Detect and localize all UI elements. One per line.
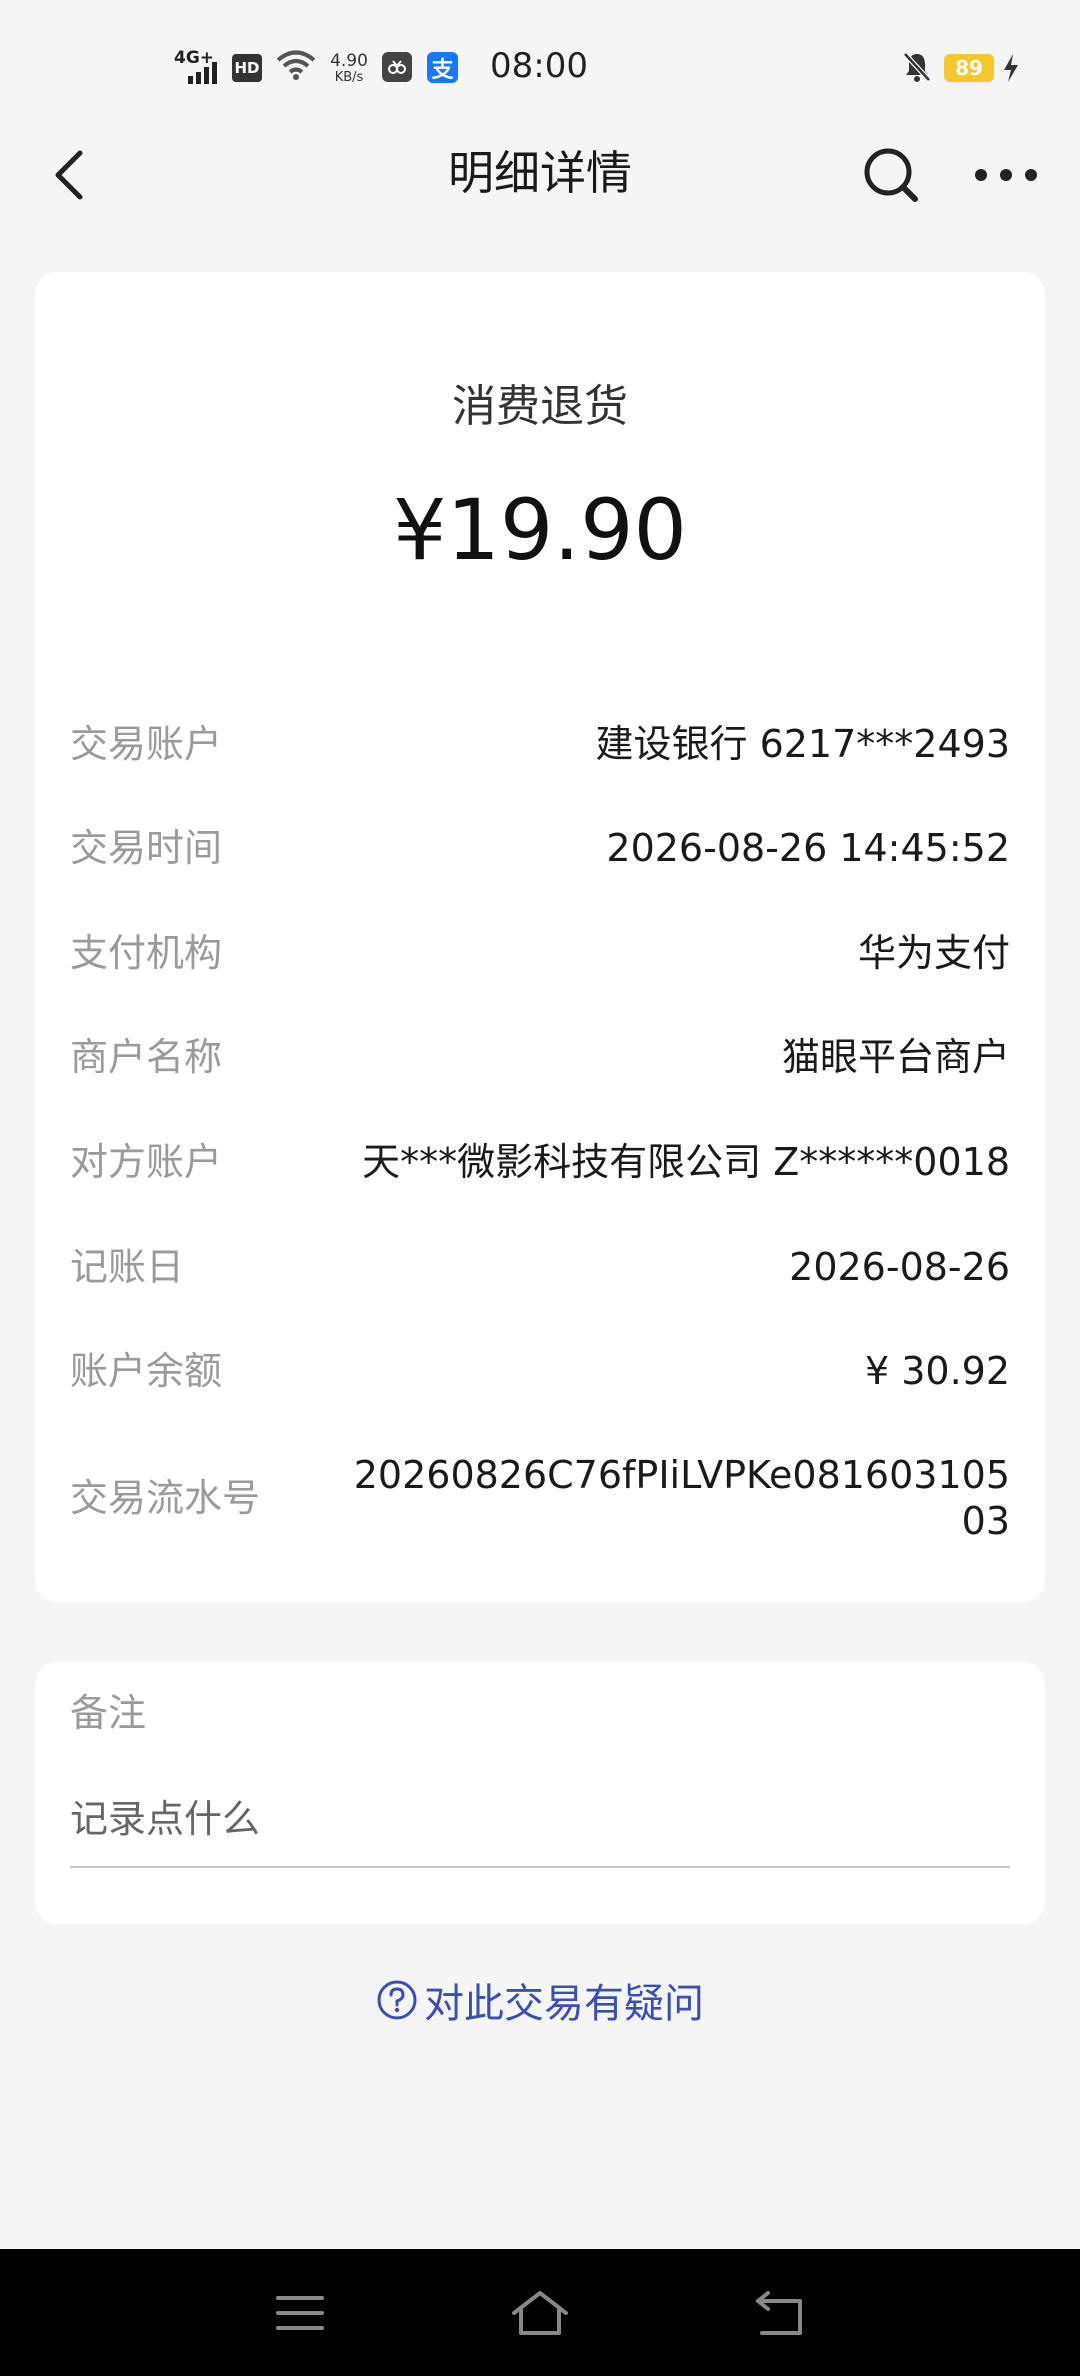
network-type: 4G+ [174,48,215,68]
transaction-question-link[interactable]: 对此交易有疑问 [0,1970,1080,2030]
clock: 08:00 [490,46,588,86]
speed-value: 4.90 [330,50,368,71]
detail-label-serial: 交易流水号 [70,1476,261,1520]
detail-value-time: 2026-08-26 14:45:52 [606,826,1010,870]
alipay-icon: 支 [427,52,458,83]
search-button[interactable] [856,140,926,210]
charging-icon [1000,52,1022,84]
mute-icon [900,50,934,84]
system-back-button[interactable] [745,2280,815,2346]
question-circle-icon [377,1980,417,2020]
hd-icon: HD [232,54,262,82]
recent-apps-button[interactable] [265,2280,335,2346]
more-icon [975,169,1037,181]
battery-icon: 89 [944,54,994,82]
transaction-question-text: 对此交易有疑问 [424,1981,704,2027]
speed-unit: KB/s [334,69,364,85]
detail-label-balance: 账户余额 [70,1349,223,1393]
back-icon [756,2291,802,2335]
search-icon [864,148,918,202]
transaction-amount: ¥19.90 [393,481,687,579]
signal-icon: 4G+ [172,48,222,88]
detail-label-counterparty: 对方账户 [70,1140,223,1184]
detail-value-counterparty: 天***微影科技有限公司 Z******0018 [362,1140,1010,1184]
wifi-icon [275,48,317,82]
status-bar: 4G+ HD 4.90 KB/s 支 08:00 89 [0,0,1080,130]
detail-label-account: 交易账户 [70,722,223,766]
detail-label-institution: 支付机构 [70,931,223,975]
home-button[interactable] [505,2280,575,2346]
detail-label-merchant: 商户名称 [70,1035,223,1079]
detail-value-posting-date: 2026-08-26 [789,1245,1010,1289]
more-button[interactable] [966,140,1046,210]
detail-label-time: 交易时间 [70,826,223,870]
note-label: 备注 [70,1691,147,1735]
detail-value-serial: 20260826C76fPIiLVPKe08160310503 [353,1453,1010,1543]
transaction-type: 消费退货 [452,381,628,432]
note-input[interactable] [70,1772,1010,1868]
detail-value-account: 建设银行 6217***2493 [595,722,1011,766]
app-icon [382,52,412,82]
menu-icon [276,2296,324,2330]
home-icon [512,2291,568,2335]
network-speed: 4.90 KB/s [326,48,372,88]
detail-value-balance: ¥ 30.92 [864,1349,1010,1393]
detail-value-merchant: 猫眼平台商户 [781,1035,1010,1079]
detail-value-institution: 华为支付 [857,931,1010,975]
detail-label-posting-date: 记账日 [70,1245,185,1289]
